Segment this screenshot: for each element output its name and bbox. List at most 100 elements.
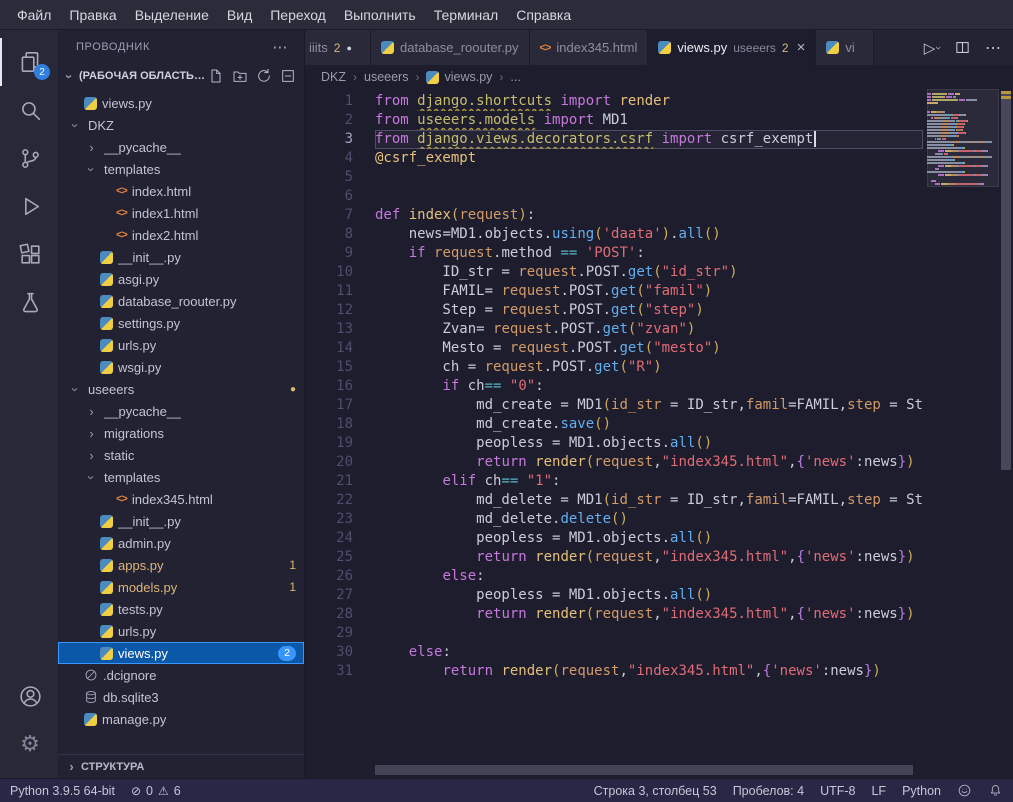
line-content: Step = request.POST.get("step"): [375, 301, 923, 320]
status-cursor-position[interactable]: Строка 3, столбец 53: [594, 784, 717, 798]
activity-explorer[interactable]: 2: [0, 38, 58, 86]
activity-run-debug[interactable]: [0, 182, 58, 230]
vertical-scrollbar[interactable]: [999, 89, 1013, 778]
tree-file-urls.py[interactable]: urls.py: [58, 334, 304, 356]
status-label: Строка 3, столбец 53: [594, 784, 717, 798]
activity-settings[interactable]: ⚙: [0, 720, 58, 768]
line-content: ID_str = request.POST.get("id_str"): [375, 263, 923, 282]
outline-section[interactable]: › СТРУКТУРА: [58, 754, 304, 778]
more-actions-button[interactable]: ⋯: [985, 38, 1001, 58]
feedback-button[interactable]: [957, 783, 972, 798]
menu-item-0[interactable]: Файл: [8, 4, 60, 26]
tree-folder-useeers[interactable]: ›useeers●: [58, 378, 304, 400]
collapse-all-icon[interactable]: [280, 68, 296, 84]
minimap-line: [927, 114, 997, 116]
tree-file-manage.py[interactable]: manage.py: [58, 708, 304, 730]
tree-file-db.sqlite3[interactable]: db.sqlite3: [58, 686, 304, 708]
status-label: Пробелов: 4: [733, 784, 804, 798]
source-control-icon: [18, 146, 43, 171]
tree-file-asgi.py[interactable]: asgi.py: [58, 268, 304, 290]
close-icon[interactable]: ×: [797, 39, 806, 56]
notifications-bell-button[interactable]: [988, 783, 1003, 798]
editor-tab-database_roouter.py[interactable]: database_roouter.py: [371, 30, 530, 65]
tree-item-label: __init__.py: [118, 514, 181, 529]
tab-label: index345.html: [556, 40, 637, 55]
menu-item-4[interactable]: Переход: [261, 4, 335, 26]
tree-folder-__pycache__[interactable]: ›__pycache__: [58, 400, 304, 422]
tree-folder-templates[interactable]: ›templates: [58, 466, 304, 488]
vscroll-thumb[interactable]: [1001, 91, 1011, 470]
menu-item-3[interactable]: Вид: [218, 4, 261, 26]
tree-folder-DKZ[interactable]: ›DKZ: [58, 114, 304, 136]
breadcrumb-item-useeers[interactable]: useeers: [364, 70, 408, 84]
status-eol[interactable]: LF: [871, 784, 886, 798]
breadcrumb-item-DKZ[interactable]: DKZ: [321, 70, 346, 84]
tree-file-apps.py[interactable]: apps.py1: [58, 554, 304, 576]
minimap-line: [927, 135, 997, 137]
workspace-row[interactable]: › (РАБОЧАЯ ОБЛАСТЬ) ...: [58, 64, 304, 88]
tree-file-index345.html[interactable]: <>index345.html: [58, 488, 304, 510]
activity-extensions[interactable]: [0, 230, 58, 278]
editor-tab-index345.html[interactable]: <>index345.html: [530, 30, 649, 65]
code-line: 21 elif ch== "1":: [305, 472, 923, 491]
menu-item-5[interactable]: Выполнить: [335, 4, 425, 26]
breadcrumb-label: DKZ: [321, 70, 346, 84]
tree-file-__init__.py[interactable]: __init__.py: [58, 510, 304, 532]
status-encoding[interactable]: UTF-8: [820, 784, 855, 798]
tree-file-index2.html[interactable]: <>index2.html: [58, 224, 304, 246]
minimap[interactable]: [927, 93, 997, 213]
tree-folder-__pycache__[interactable]: ›__pycache__: [58, 136, 304, 158]
tree-file-__init__.py[interactable]: __init__.py: [58, 246, 304, 268]
python-file-icon: [100, 251, 113, 264]
activity-account[interactable]: [0, 672, 58, 720]
code-line: 24 peopless = MD1.objects.all(): [305, 529, 923, 548]
tree-folder-templates[interactable]: ›templates: [58, 158, 304, 180]
tree-file-index1.html[interactable]: <>index1.html: [58, 202, 304, 224]
tree-file-wsgi.py[interactable]: wsgi.py: [58, 356, 304, 378]
editor[interactable]: 1from django.shortcuts import render2fro…: [305, 89, 1013, 778]
new-folder-icon[interactable]: [232, 68, 248, 84]
hscroll-thumb[interactable]: [375, 765, 913, 775]
breadcrumb-item-...[interactable]: ...: [510, 70, 520, 84]
new-file-icon[interactable]: [208, 68, 224, 84]
run-button[interactable]: ▷›: [924, 39, 940, 57]
editor-tab-iiits[interactable]: iiits2●: [305, 30, 371, 65]
activity-testing[interactable]: [0, 278, 58, 326]
minimap-line: [927, 111, 997, 113]
tree-folder-migrations[interactable]: ›migrations: [58, 422, 304, 444]
editor-tab-vi[interactable]: vi: [816, 30, 874, 65]
status-indentation[interactable]: Пробелов: 4: [733, 784, 804, 798]
breadcrumb-item-views.py[interactable]: views.py: [426, 70, 492, 84]
tree-file-settings.py[interactable]: settings.py: [58, 312, 304, 334]
tree-file-.dcignore[interactable]: .dcignore: [58, 664, 304, 686]
minimap-line: [927, 183, 997, 185]
tree-file-views.py[interactable]: views.py: [58, 92, 304, 114]
menu-item-6[interactable]: Терминал: [425, 4, 507, 26]
minimap-line: [927, 159, 997, 161]
status-python-version[interactable]: Python 3.9.5 64-bit: [10, 784, 115, 798]
line-number: 19: [305, 434, 375, 453]
activity-source-control[interactable]: [0, 134, 58, 182]
split-editor-button[interactable]: [954, 39, 971, 56]
editor-tab-views.py[interactable]: views.pyuseeers2×: [648, 30, 816, 65]
menu-item-7[interactable]: Справка: [507, 4, 580, 26]
sidebar-more-icon[interactable]: ⋯: [272, 38, 288, 56]
warning-mark: [1001, 96, 1011, 99]
horizontal-scrollbar[interactable]: [375, 765, 913, 775]
tree-file-tests.py[interactable]: tests.py: [58, 598, 304, 620]
status-language-mode[interactable]: Python: [902, 784, 941, 798]
tree-file-index.html[interactable]: <>index.html: [58, 180, 304, 202]
status-problems[interactable]: ⊘0⚠6: [131, 784, 181, 798]
tree-folder-static[interactable]: ›static: [58, 444, 304, 466]
activity-search[interactable]: [0, 86, 58, 134]
tree-file-admin.py[interactable]: admin.py: [58, 532, 304, 554]
menu-item-2[interactable]: Выделение: [126, 4, 218, 26]
tree-file-database_roouter.py[interactable]: database_roouter.py: [58, 290, 304, 312]
tree-file-urls.py[interactable]: urls.py: [58, 620, 304, 642]
menu-item-1[interactable]: Правка: [60, 4, 125, 26]
python-file-icon: [100, 361, 113, 374]
tree-file-views.py[interactable]: views.py2: [58, 642, 304, 664]
code-region[interactable]: 1from django.shortcuts import render2fro…: [305, 89, 923, 764]
tree-file-models.py[interactable]: models.py1: [58, 576, 304, 598]
refresh-icon[interactable]: [256, 68, 272, 84]
